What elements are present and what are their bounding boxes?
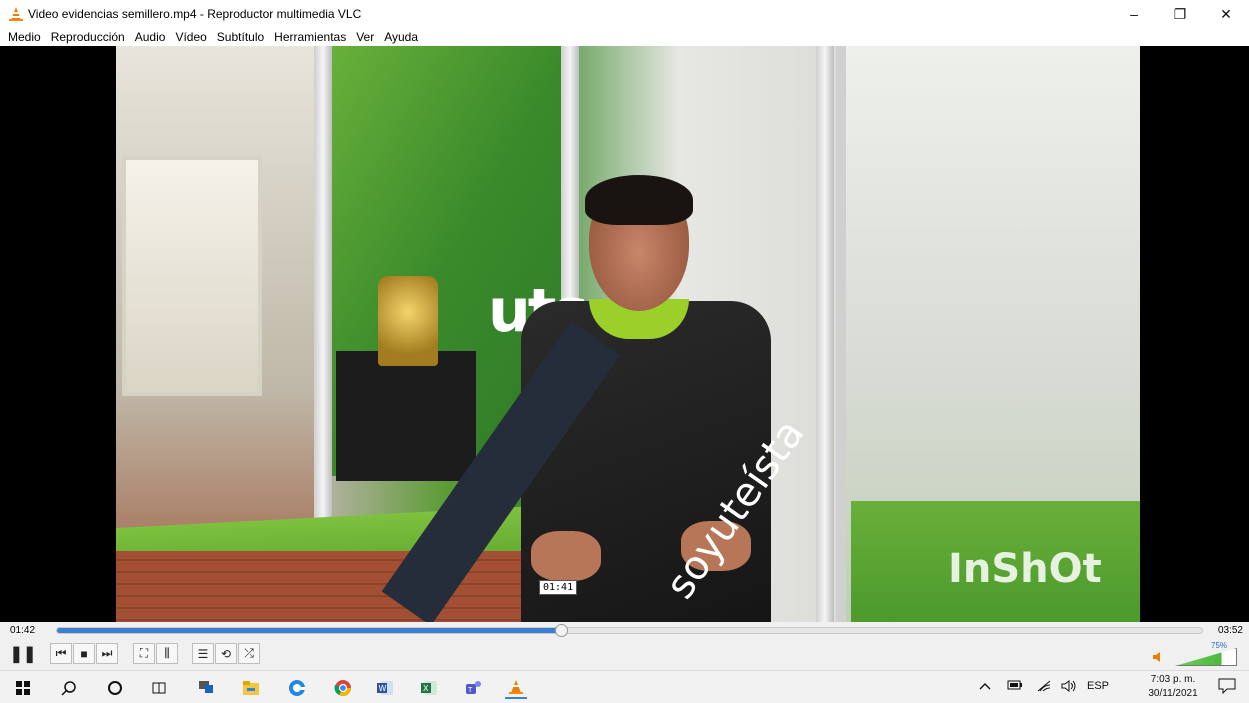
volume-outline (1175, 648, 1237, 666)
stop-button[interactable]: ■ (73, 643, 95, 664)
loop-button[interactable]: ⟲ (215, 643, 237, 664)
vlc-cone-icon (8, 6, 24, 22)
fullscreen-button[interactable]: ⛶ (133, 643, 155, 664)
menu-ver[interactable]: Ver (356, 30, 374, 44)
menu-herramientas[interactable]: Herramientas (274, 30, 346, 44)
remote-desktop-icon[interactable] (195, 677, 217, 699)
clock-date: 30/11/2021 (1148, 688, 1198, 699)
seek-row: 01:42 03:52 (0, 622, 1249, 640)
search-icon[interactable] (58, 677, 80, 699)
menu-audio[interactable]: Audio (135, 30, 166, 44)
vlc-taskbar-icon[interactable] (505, 677, 527, 699)
edge-browser-icon[interactable] (286, 677, 308, 699)
pause-button[interactable]: ❚❚ (10, 643, 37, 664)
scene-trophy (378, 276, 438, 366)
inshot-watermark: InShOt (948, 546, 1102, 592)
person: soyuteísta (381, 175, 813, 622)
seek-time-tooltip: 01:41 (539, 580, 578, 595)
language-indicator[interactable]: ESP (1087, 680, 1109, 692)
elapsed-time[interactable]: 01:42 (10, 625, 35, 636)
restore-button[interactable]: ❐ (1157, 0, 1203, 28)
svg-text:X: X (423, 684, 429, 693)
menu-video[interactable]: Vídeo (175, 30, 206, 44)
minimize-button[interactable]: – (1111, 0, 1157, 28)
battery-icon[interactable] (1007, 680, 1023, 693)
excel-icon[interactable]: X (418, 677, 440, 699)
menu-reproduccion[interactable]: Reproducción (51, 30, 125, 44)
menu-ayuda[interactable]: Ayuda (384, 30, 418, 44)
menu-subtitulo[interactable]: Subtítulo (217, 30, 264, 44)
svg-text:W: W (379, 684, 387, 693)
scene-frame-post (816, 46, 834, 622)
speaker-volume-icon[interactable] (1061, 680, 1077, 695)
seek-progress (57, 628, 561, 633)
speaker-icon[interactable] (1153, 652, 1165, 665)
wifi-icon[interactable] (1037, 680, 1051, 695)
scene-cabinet (336, 351, 476, 481)
close-button[interactable]: ✕ (1203, 0, 1249, 28)
teams-icon[interactable]: T (462, 677, 484, 699)
total-time[interactable]: 03:52 (1218, 625, 1243, 636)
word-icon[interactable]: W (374, 677, 396, 699)
seek-handle[interactable] (554, 624, 568, 637)
vlc-window: Video evidencias semillero.mp4 - Reprodu… (0, 0, 1249, 703)
file-explorer-icon[interactable] (240, 677, 262, 699)
next-button[interactable]: ⏭ (96, 643, 118, 664)
window-title: Video evidencias semillero.mp4 - Reprodu… (28, 7, 362, 21)
previous-button[interactable]: ⏮ (50, 643, 72, 664)
chrome-icon[interactable] (332, 677, 354, 699)
controls-bar: ❚❚ ⏮ ■ ⏭ ⛶ ⫼ ☰ ⟲ ⤮ 75% (0, 640, 1249, 670)
volume-label: 75% (1211, 641, 1228, 650)
person-hand (531, 531, 601, 581)
chevron-up-icon[interactable] (979, 680, 991, 694)
menu-medio[interactable]: Medio (8, 30, 41, 44)
taskbar-clock[interactable]: 7:03 p. m. 30/11/2021 (1143, 673, 1203, 701)
task-view-icon[interactable] (148, 677, 170, 699)
svg-text:T: T (467, 686, 473, 694)
seek-slider[interactable] (56, 624, 1203, 637)
volume-control[interactable]: 75% (1153, 641, 1243, 668)
person-hair (585, 175, 693, 225)
clock-time: 7:03 p. m. (1150, 674, 1196, 685)
windows-taskbar: W X T ESP 7:03 p. m. 30/11/2021 (0, 670, 1249, 703)
windows-start-icon[interactable] (12, 677, 34, 699)
cortana-icon[interactable] (104, 677, 126, 699)
playlist-button[interactable]: ☰ (192, 643, 214, 664)
menu-bar: Medio Reproducción Audio Vídeo Subtítulo… (0, 28, 1249, 46)
video-area[interactable]: uts soyuteísta InShOt 01:41 (0, 46, 1249, 622)
title-bar: Video evidencias semillero.mp4 - Reprodu… (0, 0, 1249, 28)
notification-icon[interactable] (1217, 678, 1237, 696)
extended-settings-button[interactable]: ⫼ (156, 643, 178, 664)
shuffle-button[interactable]: ⤮ (238, 643, 260, 664)
scene-window (122, 156, 262, 396)
video-frame[interactable]: uts soyuteísta InShOt (116, 46, 1140, 622)
system-tray: ESP (979, 671, 1249, 703)
